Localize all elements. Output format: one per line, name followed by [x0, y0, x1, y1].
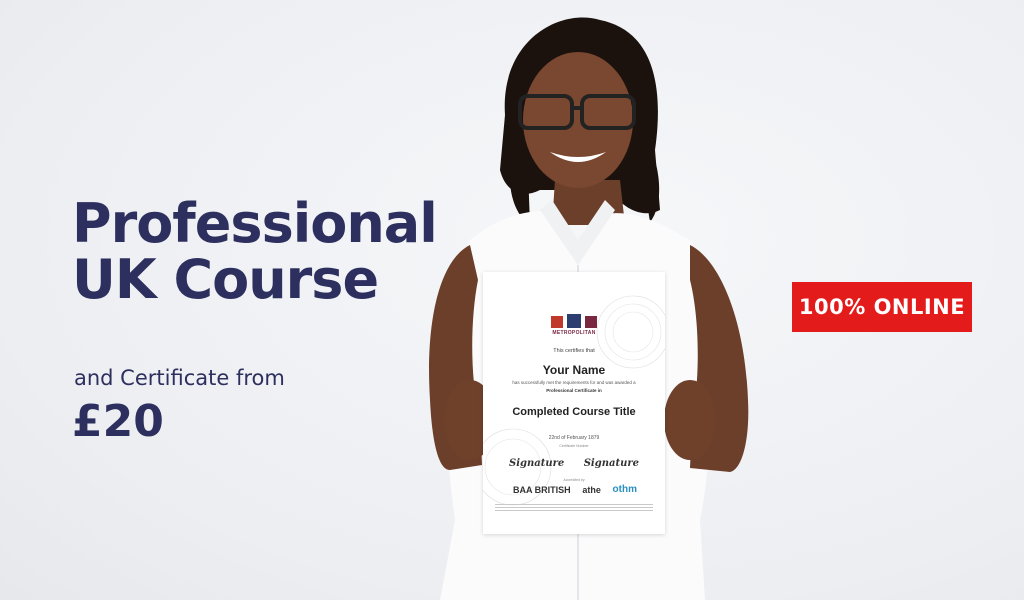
subtitle: and Certificate from	[74, 366, 285, 390]
signature-2: Signature	[583, 458, 639, 469]
price: £20	[72, 396, 164, 447]
certificate: METROPOLITAN This certifies that Your Na…	[483, 272, 665, 534]
certificate-award: Professional Certificate in	[546, 388, 602, 393]
othm-logo: othm	[612, 484, 637, 495]
certificate-logo-text: METROPOLITAN	[552, 330, 596, 336]
certificate-fine-print	[495, 504, 653, 512]
accreditation-logos: BAA BRITISH athe othm	[513, 484, 637, 495]
headline-line-1: Professional	[72, 192, 438, 255]
certificate-requirements-text: has successfully met the requirements fo…	[512, 380, 636, 385]
certificate-certifies: This certifies that	[553, 348, 595, 354]
certificate-accredited-by: Accredited by	[563, 478, 585, 482]
baa-logo: BAA BRITISH	[513, 485, 571, 495]
online-badge: 100% ONLINE	[792, 282, 972, 332]
certificate-course-title: Completed Course Title	[512, 406, 636, 418]
headline: Professional UK Course	[72, 192, 438, 312]
signature-1: Signature	[509, 458, 565, 469]
certificate-date: 22nd of February 1879	[548, 435, 600, 441]
certificate-number: Certificate Number	[559, 444, 589, 448]
certificate-signatures: Signature Signature	[509, 458, 639, 469]
athe-logo: athe	[582, 485, 601, 495]
certificate-name: Your Name	[542, 363, 606, 377]
headline-line-2: UK Course	[72, 248, 379, 312]
